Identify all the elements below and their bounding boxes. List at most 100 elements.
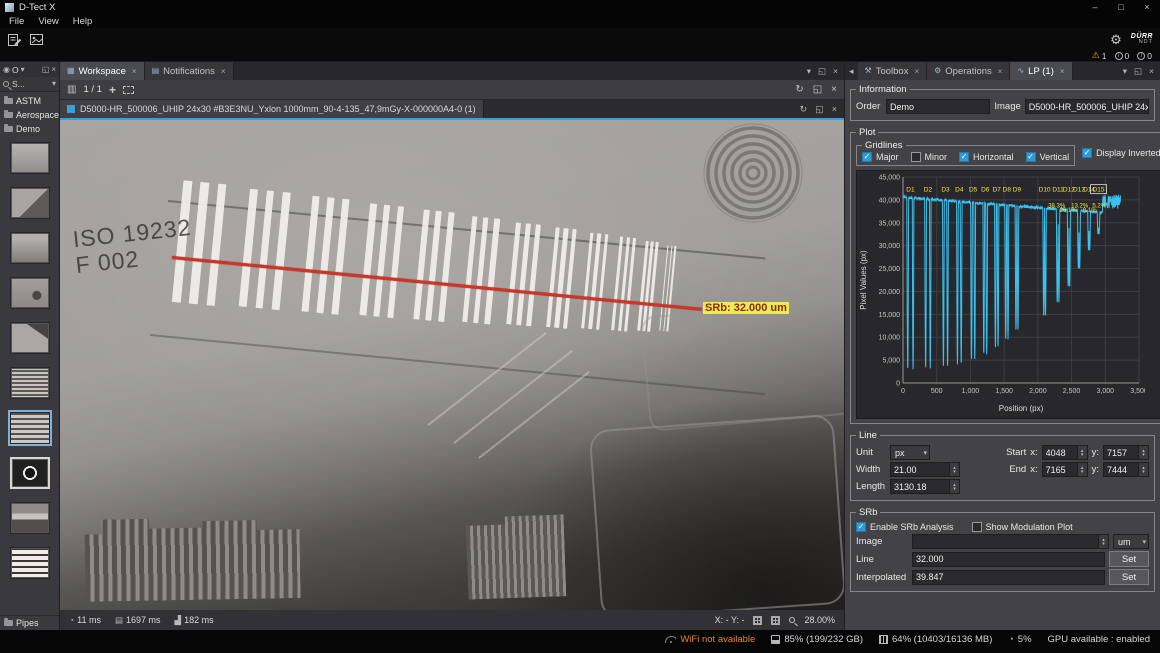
popout-icon[interactable]: ◱ [1134, 66, 1142, 77]
close-icon[interactable]: × [1149, 66, 1154, 76]
thumbnail-3[interactable] [10, 232, 50, 264]
tree-item-astm[interactable]: ASTM [0, 94, 59, 108]
tree-item-aerospace[interactable]: Aerospace [0, 108, 59, 122]
tab-notifications[interactable]: ▤ Notifications × [145, 62, 234, 80]
line-profile-chart[interactable]: 05001,0001,5002,0002,5003,0003,50005,000… [856, 170, 1160, 419]
image-report-icon[interactable] [29, 32, 44, 47]
order-field[interactable]: Demo [886, 99, 990, 114]
spinner-icon[interactable]: ▴▾ [949, 463, 959, 476]
messages-badge[interactable]: i 0 [1137, 51, 1152, 61]
image-viewport[interactable]: ISO 19232 F 002 SRb: 32.000 um [60, 118, 844, 610]
spinner-icon[interactable]: ▴▾ [1138, 463, 1148, 476]
chevron-down-icon[interactable]: ▾ [807, 66, 811, 77]
end-y-field[interactable]: 7444 ▴▾ [1103, 462, 1149, 477]
tree-item-demo[interactable]: Demo [0, 122, 59, 136]
minimize-button[interactable]: – [1082, 0, 1108, 15]
close-icon[interactable]: × [833, 66, 838, 76]
enable-srb-checkbox[interactable] [856, 522, 866, 532]
refresh-icon[interactable]: ↻ [795, 85, 803, 95]
zoom-level[interactable]: 28.00% [804, 615, 835, 625]
thumbnail-8[interactable] [10, 457, 50, 489]
close-icon[interactable]: × [51, 66, 56, 74]
close-icon[interactable]: × [998, 67, 1003, 76]
window-controls: – □ × [1082, 0, 1160, 15]
tab-lp[interactable]: ∿ LP (1) × [1010, 62, 1072, 80]
minor-gridlines-checkbox[interactable] [911, 152, 921, 162]
tab-workspace[interactable]: ▦ Workspace × [60, 62, 145, 80]
tab-toolbox[interactable]: ⚒ Toolbox × [858, 62, 928, 80]
info-count: 0 [1125, 51, 1130, 61]
refresh-icon[interactable]: ↻ [800, 104, 808, 115]
close-icon[interactable]: × [831, 85, 837, 95]
thumbnail-6[interactable] [10, 367, 50, 399]
step-wedge-pattern [84, 516, 300, 602]
menu-file[interactable]: File [2, 16, 31, 27]
chevron-down-icon[interactable]: ▾ [1123, 66, 1127, 77]
settings-gear-icon[interactable]: ⚙ [1110, 33, 1122, 46]
close-icon[interactable]: × [221, 67, 226, 76]
image-tab[interactable]: D5000-HR_500006_UHIP 24x30 #B3E3NU_Yxlon… [60, 100, 484, 118]
warnings-badge[interactable]: ⚠ 1 [1092, 51, 1107, 61]
srb-line-field[interactable]: 32.000 [912, 552, 1105, 567]
select-region-icon[interactable] [123, 86, 134, 94]
collapse-panel-icon[interactable]: ◂ [845, 67, 858, 76]
spinner-icon[interactable]: ▴▾ [1077, 463, 1087, 476]
spinner-icon[interactable]: ▴▾ [1077, 446, 1087, 459]
start-y-field[interactable]: 7157 ▴▾ [1103, 445, 1149, 460]
show-modulation-checkbox[interactable] [972, 522, 982, 532]
menu-help[interactable]: Help [66, 16, 100, 27]
right-tabstrip-controls: ▾ ◱ × [1123, 62, 1160, 80]
close-icon[interactable]: × [914, 67, 919, 76]
spinner-icon[interactable]: ▴▾ [1138, 446, 1148, 459]
spinner-icon[interactable]: ▴▾ [1098, 535, 1108, 548]
chevron-down-icon[interactable]: ▾ [21, 66, 25, 74]
popout-icon[interactable]: ◱ [42, 66, 50, 74]
tree-item-pipes[interactable]: Pipes [0, 615, 59, 630]
folder-icon [4, 620, 13, 626]
start-x-field[interactable]: 4048 ▴▾ [1042, 445, 1088, 460]
thumbnail-9[interactable] [10, 502, 50, 534]
srb-unit-select[interactable]: um ▾ [1113, 534, 1149, 549]
close-icon[interactable]: × [132, 67, 137, 76]
horizontal-gridlines-checkbox[interactable] [959, 152, 969, 162]
close-icon[interactable]: × [832, 104, 837, 114]
popout-icon[interactable]: ◱ [815, 104, 824, 115]
vertical-gridlines-checkbox[interactable] [1026, 152, 1036, 162]
layout-icon[interactable]: ▥ [67, 85, 76, 95]
tab-operations[interactable]: ⚙ Operations × [927, 62, 1010, 80]
report-edit-icon[interactable] [7, 32, 22, 47]
image-field[interactable]: D5000-HR_500006_UHIP 24x30 #B [1025, 99, 1149, 114]
major-gridlines-checkbox[interactable] [862, 152, 872, 162]
thumbnail-10[interactable] [10, 547, 50, 579]
menu-view[interactable]: View [31, 16, 65, 27]
add-icon[interactable]: + [109, 84, 116, 96]
thumbnail-7-selected[interactable] [10, 412, 50, 444]
spinner-icon[interactable]: ▴▾ [949, 480, 959, 493]
svg-text:Pixel Values (px): Pixel Values (px) [859, 250, 868, 310]
end-x-field[interactable]: 7165 ▴▾ [1042, 462, 1088, 477]
restore-button[interactable]: □ [1108, 0, 1134, 15]
grid-overlay-icon[interactable] [753, 616, 762, 625]
srb-line-set-button[interactable]: Set [1109, 551, 1149, 567]
srb-interpolated-set-button[interactable]: Set [1109, 569, 1149, 585]
length-field[interactable]: 3130.18 ▴▾ [890, 479, 960, 494]
width-field[interactable]: 21.00 ▴▾ [890, 462, 960, 477]
thumbnail-5[interactable] [10, 322, 50, 354]
srb-image-field[interactable]: ▴▾ [912, 534, 1109, 549]
popout-icon[interactable]: ◱ [818, 66, 826, 77]
tile-view-icon[interactable] [771, 616, 780, 625]
unit-select[interactable]: px ▾ [890, 445, 930, 460]
info-badge[interactable]: i 0 [1115, 51, 1130, 61]
popout-icon[interactable]: ◱ [813, 85, 822, 95]
close-button[interactable]: × [1134, 0, 1160, 15]
srb-interpolated-field[interactable]: 39.847 [912, 570, 1105, 585]
svg-text:5,000: 5,000 [882, 358, 900, 365]
zoom-icon[interactable] [789, 617, 795, 623]
inverted-values-checkbox[interactable] [1082, 148, 1092, 158]
close-icon[interactable]: × [1060, 67, 1065, 76]
thumbnail-1[interactable] [10, 142, 50, 174]
chevron-down-icon[interactable]: ▾ [52, 80, 56, 88]
search-bar[interactable]: S... ▾ [0, 77, 59, 92]
thumbnail-2[interactable] [10, 187, 50, 219]
thumbnail-4[interactable] [10, 277, 50, 309]
